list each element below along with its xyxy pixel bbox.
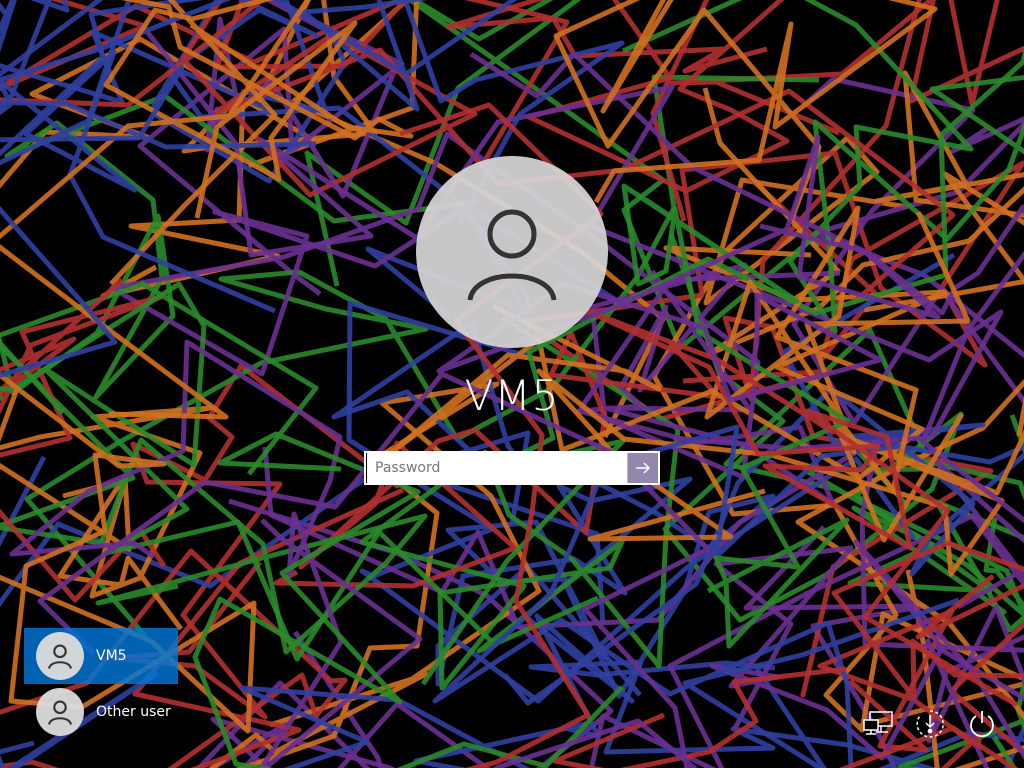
user-tile-label: VM5 (96, 648, 127, 664)
avatar (36, 688, 84, 736)
user-icon (467, 209, 557, 301)
power-icon (970, 711, 994, 738)
system-tray (860, 704, 1000, 744)
network-button[interactable] (860, 706, 896, 742)
user-icon (48, 700, 72, 725)
user-icon (48, 644, 72, 669)
ease-of-access-icon (916, 710, 944, 738)
user-avatar (416, 156, 608, 348)
network-icon (863, 711, 893, 735)
user-name-heading: VM5 (464, 371, 560, 420)
user-list: VM5 Other user (24, 628, 184, 740)
ease-of-access-button[interactable] (912, 706, 948, 742)
user-tile-vm5[interactable]: VM5 (24, 628, 178, 684)
password-input[interactable] (366, 453, 627, 483)
lock-screen: VM5 VM5 Other user (0, 0, 1024, 768)
password-box (364, 451, 660, 485)
arrow-right-icon (636, 462, 651, 474)
avatar (36, 632, 84, 680)
user-tile-label: Other user (96, 704, 171, 720)
power-button[interactable] (964, 706, 1000, 742)
user-tile-other-user[interactable]: Other user (24, 684, 184, 740)
submit-button[interactable] (627, 453, 658, 483)
